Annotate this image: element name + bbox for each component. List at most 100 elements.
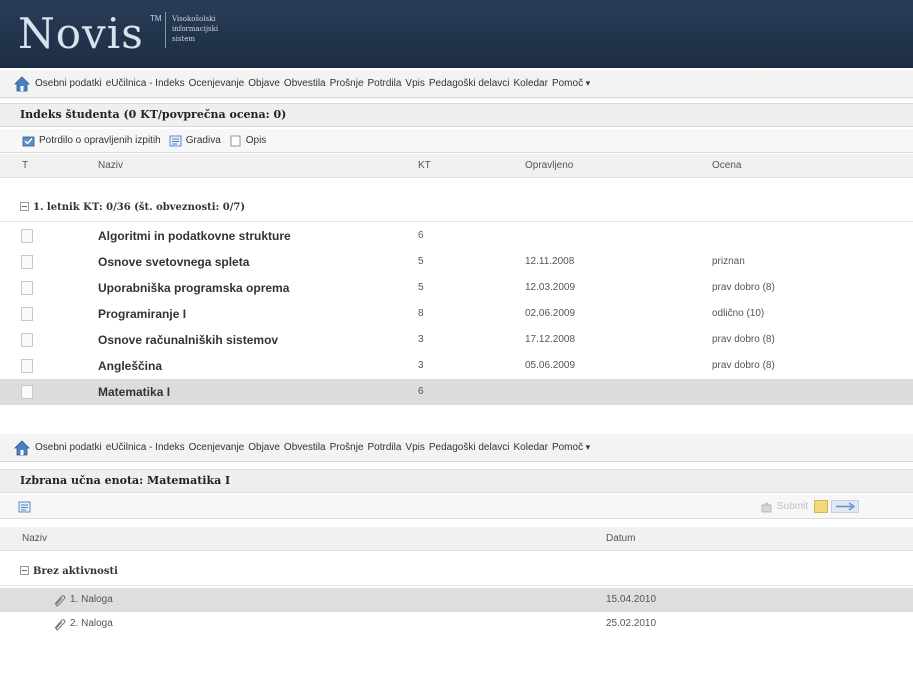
course-name: Programiranje I — [98, 307, 187, 321]
table-row[interactable]: Osnove računalniških sistemov 3 17.12.20… — [0, 327, 913, 353]
table-row[interactable]: Programiranje I 8 02.06.2009 odlično (10… — [0, 301, 913, 327]
course-checkbox[interactable] — [21, 359, 33, 373]
table-row[interactable]: Osnove svetovnega spleta 5 12.11.2008 pr… — [0, 249, 913, 275]
nav-item-personal[interactable]: Osebni podatki — [35, 442, 102, 453]
materials-icon — [18, 501, 31, 513]
course-name: Algoritmi in podatkovne strukture — [98, 229, 291, 243]
col-name[interactable]: Naziv — [98, 160, 123, 171]
course-kt: 6 — [418, 230, 424, 241]
course-date: 12.03.2009 — [525, 282, 576, 293]
nav-item-calendar[interactable]: Koledar — [513, 442, 547, 453]
activity-name: 2. Naloga — [70, 618, 113, 629]
course-checkbox[interactable] — [21, 229, 33, 243]
course-date: 02.06.2009 — [525, 308, 576, 319]
course-kt: 5 — [418, 282, 424, 293]
course-name: Osnove računalniških sistemov — [98, 333, 279, 347]
collapse-icon[interactable] — [20, 566, 29, 575]
submit-button[interactable]: Submit — [777, 501, 808, 512]
course-grade: priznan — [712, 256, 745, 267]
nav-item-notices[interactable]: Obvestila — [284, 442, 326, 453]
course-kt: 3 — [418, 334, 424, 345]
col-passed[interactable]: Opravljeno — [525, 160, 573, 171]
nav-item-certificates[interactable]: Potrdila — [368, 78, 402, 89]
course-checkbox[interactable] — [21, 385, 33, 399]
course-name: Matematika I — [98, 385, 171, 399]
course-checkbox[interactable] — [21, 307, 33, 321]
document-icon — [229, 135, 242, 147]
materials-button[interactable]: Gradiva — [169, 135, 221, 147]
col-grade[interactable]: Ocena — [712, 160, 741, 171]
certificate-button[interactable]: Potrdilo o opravljenih izpitih — [22, 135, 161, 147]
activity-group-label: Brez aktivnosti — [33, 566, 118, 577]
nav-item-notices[interactable]: Obvestila — [284, 78, 326, 89]
table-row[interactable]: Algoritmi in podatkovne strukture 6 — [0, 223, 913, 249]
certificate-icon — [22, 135, 35, 147]
course-checkbox[interactable] — [21, 255, 33, 269]
nav-item-posts[interactable]: Objave — [248, 442, 280, 453]
nav-item-personal[interactable]: Osebni podatki — [35, 78, 102, 89]
description-button[interactable]: Opis — [229, 135, 267, 147]
activity-date: 25.02.2010 — [606, 618, 657, 629]
nav-item-requests[interactable]: Prošnje — [330, 442, 364, 453]
year-group-row[interactable]: 1. letnik KT: 0/36 (št. obveznosti: 0/7) — [0, 194, 913, 222]
col-kt[interactable]: KT — [418, 160, 431, 171]
unit-title: Izbrana učna enota: Matematika I — [0, 469, 913, 493]
activity-name: 1. Naloga — [70, 594, 113, 605]
materials-button[interactable] — [18, 501, 35, 513]
col-date[interactable]: Datum — [606, 533, 635, 544]
main-nav: Osebni podatki eUčilnica - Indeks Ocenje… — [0, 70, 913, 98]
app-header: Novis TM Visokošolski informacijski sist… — [0, 0, 913, 68]
submit-icon — [760, 501, 773, 513]
course-checkbox[interactable] — [21, 281, 33, 295]
index-title: Indeks študenta (0 KT/povprečna ocena: 0… — [0, 103, 913, 127]
course-checkbox[interactable] — [21, 333, 33, 347]
next-arrow-icon[interactable] — [831, 500, 860, 513]
nav-item-enrollment[interactable]: Vpis — [405, 442, 424, 453]
course-name: Angleščina — [98, 359, 163, 373]
unit-column-header: Naziv Datum — [0, 527, 913, 551]
nav-item-grading[interactable]: Ocenjevanje — [189, 442, 245, 453]
home-icon[interactable] — [14, 439, 30, 456]
nav-item-enrollment[interactable]: Vpis — [405, 78, 424, 89]
course-grade: prav dobro (8) — [712, 360, 775, 371]
paperclip-icon — [52, 593, 66, 607]
nav-item-certificates[interactable]: Potrdila — [368, 442, 402, 453]
nav-item-eclassroom[interactable]: eUčilnica - Indeks — [106, 442, 185, 453]
list-item[interactable]: 2. Naloga 25.02.2010 — [0, 612, 913, 636]
year-group-label: 1. letnik KT: 0/36 (št. obveznosti: 0/7) — [33, 202, 246, 213]
home-icon[interactable] — [14, 75, 30, 92]
brand-logo: Novis — [18, 9, 144, 58]
table-row[interactable]: Angleščina 3 05.06.2009 prav dobro (8) — [0, 353, 913, 379]
activity-group-row[interactable]: Brez aktivnosti — [0, 558, 913, 586]
nav-item-help[interactable]: Pomoč — [552, 442, 590, 453]
nav-item-grading[interactable]: Ocenjevanje — [189, 78, 245, 89]
nav-item-posts[interactable]: Objave — [248, 78, 280, 89]
course-date: 12.11.2008 — [525, 256, 575, 267]
submit-group: Submit — [760, 500, 860, 513]
col-type[interactable]: T — [22, 160, 28, 171]
course-name: Osnove svetovnega spleta — [98, 255, 250, 269]
description-label: Opis — [245, 135, 267, 146]
materials-icon — [169, 135, 182, 147]
secondary-nav: Osebni podatki eUčilnica - Indeks Ocenje… — [0, 434, 913, 462]
nav-item-staff[interactable]: Pedagoški delavci — [429, 78, 510, 89]
collapse-icon[interactable] — [20, 202, 29, 211]
brand-divider — [165, 12, 166, 48]
nav-item-staff[interactable]: Pedagoški delavci — [429, 442, 510, 453]
brand-subtitle: Visokošolski informacijski sistem — [172, 15, 219, 43]
index-toolbar: Potrdilo o opravljenih izpitih Gradiva O… — [0, 129, 913, 153]
nav-item-help[interactable]: Pomoč — [552, 78, 590, 89]
list-item-selected[interactable]: 1. Naloga 15.04.2010 — [0, 588, 913, 612]
nav-item-calendar[interactable]: Koledar — [513, 78, 547, 89]
course-name: Uporabniška programska oprema — [98, 281, 290, 295]
nav-item-requests[interactable]: Prošnje — [330, 78, 364, 89]
course-date: 17.12.2008 — [525, 334, 576, 345]
table-row-selected[interactable]: Matematika I 6 — [0, 379, 913, 405]
course-grade: prav dobro (8) — [712, 334, 775, 345]
col-name[interactable]: Naziv — [22, 533, 47, 544]
nav-item-eclassroom[interactable]: eUčilnica - Indeks — [106, 78, 185, 89]
table-row[interactable]: Uporabniška programska oprema 5 12.03.20… — [0, 275, 913, 301]
course-grade: odlično (10) — [712, 308, 765, 319]
upload-icon[interactable] — [814, 500, 829, 513]
course-kt: 5 — [418, 256, 424, 267]
